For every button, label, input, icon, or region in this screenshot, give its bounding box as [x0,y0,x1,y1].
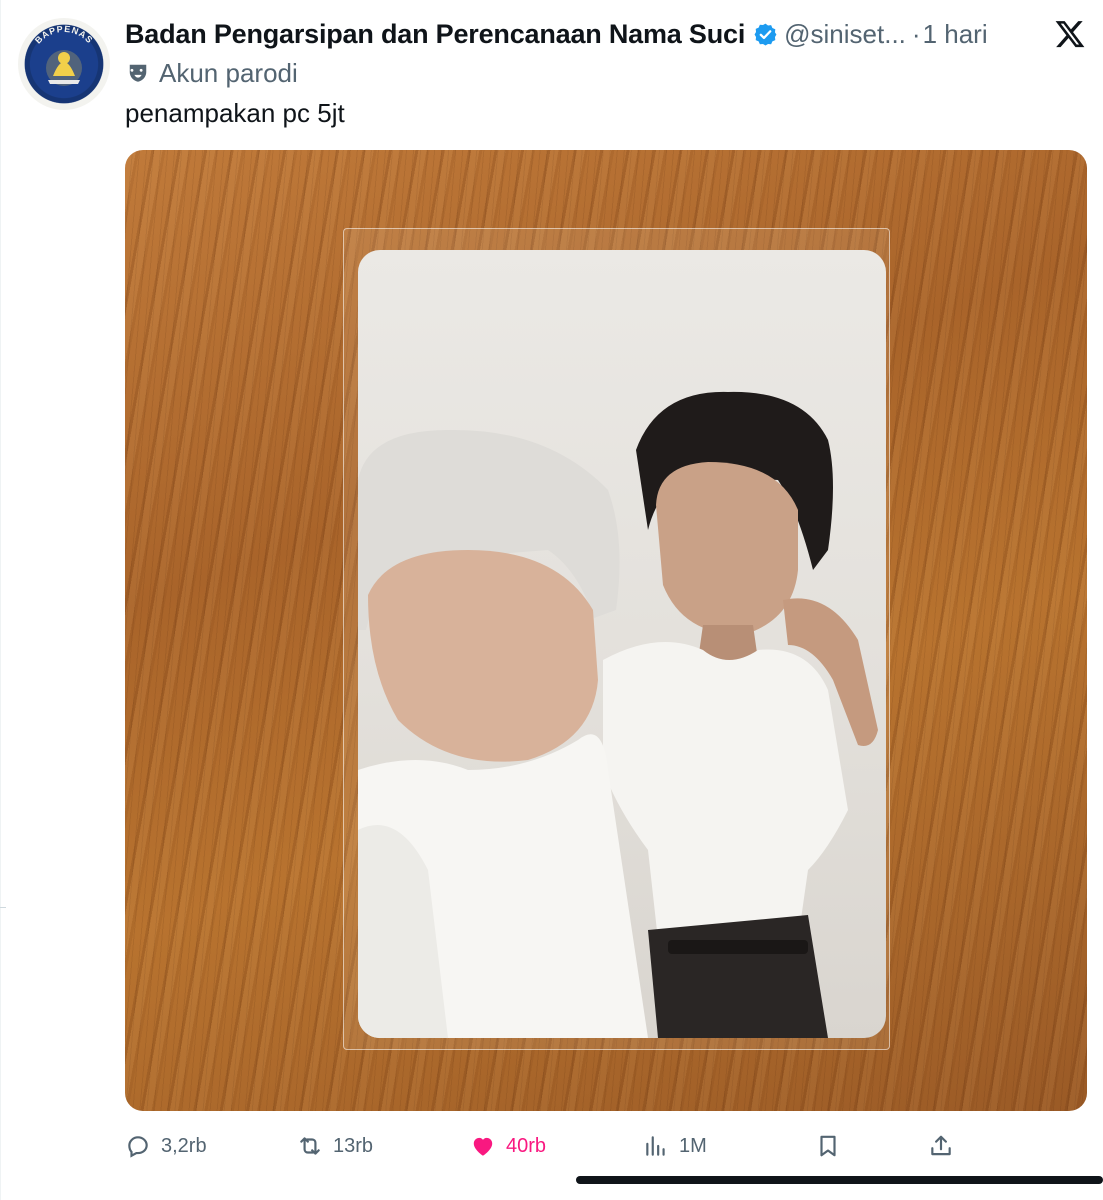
horizontal-scrollbar[interactable] [576,1176,1103,1184]
post-header: Badan Pengarsipan dan Perencanaan Nama S… [125,16,1055,52]
divider-tick [0,907,6,908]
repost-button[interactable]: 13rb [297,1126,373,1166]
reply-button[interactable]: 3,2rb [125,1126,207,1166]
like-count: 40rb [506,1134,547,1157]
heart-icon [473,1137,493,1156]
views-button[interactable]: 1M [643,1126,707,1166]
verified-badge-icon[interactable] [753,22,778,47]
parody-label: Akun parodi [127,56,298,90]
like-button[interactable]: 40rb [470,1126,546,1166]
bookmark-icon [820,1135,836,1157]
separator-dot: · [911,18,921,49]
photocard [358,250,886,1038]
bookmark-button[interactable] [815,1126,851,1166]
timestamp[interactable]: 1 hari [923,19,988,50]
parody-text: Akun parodi [159,57,298,88]
view-count: 1M [679,1134,707,1157]
bappenas-logo: BAPPENAS [33,24,95,86]
x-logo-icon[interactable] [1054,18,1086,50]
share-icon [931,1135,951,1156]
action-bar: 3,2rb 13rb 40rb 1M [125,1126,1085,1166]
repost-count: 13rb [333,1134,374,1157]
views-icon [646,1136,665,1156]
parody-mask-icon [129,64,147,82]
reply-icon [128,1136,148,1158]
photocard-photo [358,391,878,1038]
share-button[interactable] [928,1126,964,1166]
reply-count: 3,2rb [161,1134,207,1157]
svg-text:BAPPENAS: BAPPENAS [33,24,95,46]
left-border [0,0,1,1200]
handle[interactable]: @siniset... [784,19,906,50]
display-name[interactable]: Badan Pengarsipan dan Perencanaan Nama S… [125,19,745,50]
post-image[interactable] [125,150,1087,1111]
avatar[interactable]: BAPPENAS [18,18,110,110]
avatar-top-text: BAPPENAS [33,24,94,46]
repost-icon [300,1137,320,1155]
post-text: penampakan pc 5jt [125,98,345,128]
